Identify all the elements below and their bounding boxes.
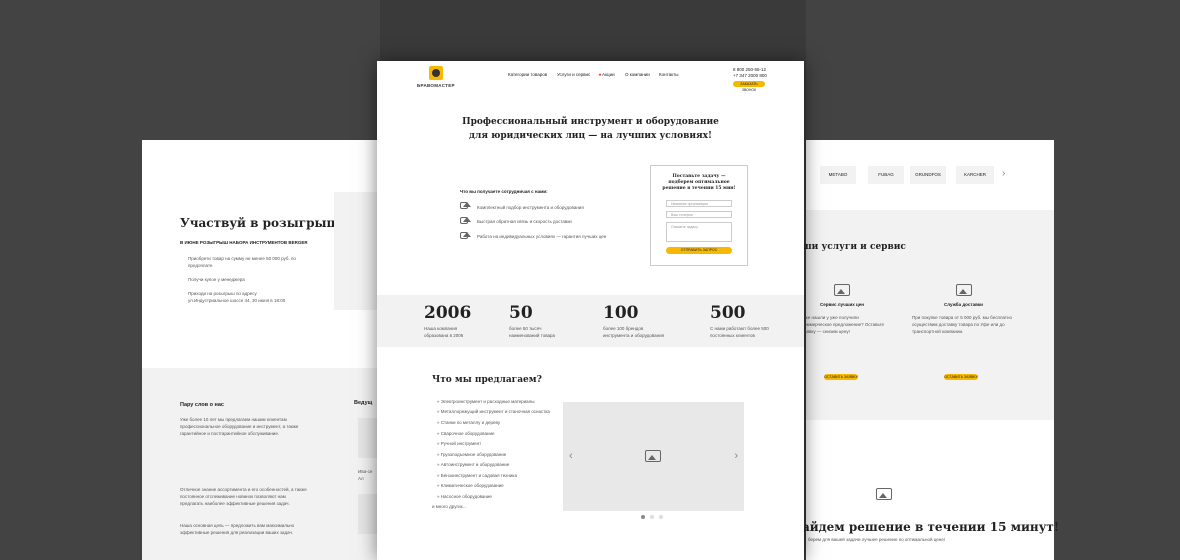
phone-number[interactable]: 8 800 250-55-12	[733, 67, 766, 72]
stat-text: С нами работают более 500 постоянных кли…	[710, 326, 769, 338]
offer-more[interactable]: и много других...	[432, 503, 467, 510]
leading-caption: Ива-се Ал	[358, 469, 373, 481]
service-request-button[interactable]: ОСТАВИТЬ ЗАЯВКУ	[944, 374, 978, 380]
slider-dot[interactable]	[650, 515, 654, 519]
image-icon	[876, 488, 892, 500]
offer-item[interactable]: » Электроинструмент и расходные материал…	[437, 398, 535, 405]
bg-shot-right	[1054, 140, 1180, 560]
offer-item[interactable]: » Металлорежущий инструмент и станочная …	[437, 408, 550, 415]
services-title: ши услуги и сервис	[802, 242, 906, 252]
about-text-3: Наша основная цель — предложить вам макс…	[180, 523, 295, 535]
offer-item[interactable]: » Автоинструмент и оборудование	[437, 461, 509, 468]
bottom-title: айдем решение в течении 15 минут!	[802, 520, 1060, 534]
offer-item[interactable]: » Станки по металлу и дереву	[437, 419, 500, 426]
brand-logo[interactable]: METABO	[820, 166, 856, 184]
benefit-item: Работа на индивидуальных условиях — гара…	[477, 234, 607, 239]
stats-section: 2006 Наша компания образована в 2006 50 …	[377, 295, 804, 347]
stat-text: Наша компания образована в 2006	[424, 326, 464, 338]
main-landing-page: БРАВОМАСТЕР Категории товаров Услуги и с…	[377, 61, 804, 560]
contest-step: Приобрети товар на сумму не менее 50 000…	[188, 256, 296, 268]
phone-input[interactable]: Ваш телефон	[666, 211, 732, 218]
stat-text: более 100 брендов инструмента и оборудов…	[603, 326, 665, 338]
send-request-button[interactable]: ОТПРАВИТЬ ЗАПРОС	[666, 247, 732, 254]
brand-logo[interactable]: KARCHER	[956, 166, 994, 184]
image-icon	[460, 217, 471, 224]
request-form: Поставьте задачу — подберем оптимальное …	[650, 165, 748, 266]
nav-item-about[interactable]: О компании	[625, 72, 650, 77]
offer-item[interactable]: » Климатическое оборудование	[437, 482, 504, 489]
slider-dot[interactable]	[659, 515, 663, 519]
left-page-panel: Участвуй в розыгрыше! В ИЮНЕ РОЗЫГРЫШ НА…	[142, 140, 378, 560]
brand-logo[interactable]: GRUNDFOS	[910, 166, 946, 184]
bottom-subtitle: берем для вашей задачи лучшее решение по…	[808, 537, 945, 542]
nav-item-categories[interactable]: Категории товаров	[508, 72, 547, 77]
leading-title: Ведущ	[354, 400, 373, 406]
about-section: Пару слов о нас Уже более 10 лет мы пред…	[142, 368, 378, 560]
owl-logo-icon	[429, 66, 443, 80]
service-title: Служба доставки	[944, 302, 983, 307]
image-icon	[956, 284, 972, 296]
offer-slider[interactable]: ‹ ›	[563, 402, 744, 511]
image-icon	[460, 232, 471, 239]
offer-item[interactable]: » Бензоинструмент и садовая техника	[437, 472, 517, 479]
image-icon	[645, 450, 661, 462]
service-title: Сервис лучших цен	[820, 302, 864, 307]
offer-item[interactable]: » Насосное оборудование	[437, 493, 492, 500]
about-text-2: Отличное знание ассортимента и его особе…	[180, 487, 307, 506]
benefit-item: Комплектный подбор инструмента и оборудо…	[477, 205, 584, 210]
services-section: ши услуги и сервис Сервис лучших цен Слу…	[802, 210, 1054, 420]
form-title: Поставьте задачу — подберем оптимальное …	[662, 174, 736, 191]
service-text: Уже нашли у уже получили коммерческое пр…	[802, 315, 885, 334]
bg-shot-left	[0, 140, 142, 560]
bg-shot-topright	[806, 0, 1180, 140]
about-text: Уже более 10 лет мы предлагаем нашим кли…	[180, 417, 299, 436]
contest-subtitle: В ИЮНЕ РОЗЫГРЫШ НАБОРА ИНСТРУМЕНТОВ BERG…	[180, 240, 308, 245]
org-name-input[interactable]: Название организации	[666, 200, 732, 207]
phone-number[interactable]: +7 347 2000 800	[733, 73, 767, 78]
contest-image	[334, 192, 378, 310]
offer-item[interactable]: » Ручной инструмент	[437, 440, 481, 447]
task-textarea[interactable]: Опишите задачу	[666, 222, 732, 242]
leading-image	[358, 418, 378, 458]
brand-logo[interactable]: FUBAG	[868, 166, 904, 184]
nav-item-promotions[interactable]: ★Акции	[598, 72, 615, 78]
brand-name[interactable]: БРАВОМАСТЕР	[417, 83, 455, 88]
service-request-button[interactable]: ОСТАВИТЬ ЗАЯВКУ	[824, 374, 858, 380]
contest-step: Приходи на розыгрыш по адресу ул.Индустр…	[188, 291, 286, 303]
stat-number: 50	[509, 303, 533, 323]
stat-number: 100	[603, 303, 639, 323]
slider-dot[interactable]	[641, 515, 645, 519]
service-text: При покупке товара от 5 000 руб. мы бесп…	[912, 315, 1012, 334]
chevron-right-icon[interactable]: ›	[734, 450, 738, 462]
benefits-title: Что вы получаете сотрудничая с нами:	[460, 189, 548, 194]
leading-image-2	[358, 494, 378, 534]
offer-item[interactable]: » Грузоподъемное оборудование	[437, 451, 506, 458]
contest-step: Получи купон у менеджера	[188, 277, 245, 282]
nav-item-services[interactable]: Услуги и сервис	[557, 72, 590, 77]
stat-number: 2006	[424, 303, 472, 323]
chevron-left-icon[interactable]: ‹	[569, 450, 573, 462]
benefit-item: Быстрая обратная связь и скорость достав…	[477, 219, 572, 224]
stat-number: 500	[710, 303, 746, 323]
nav-item-contacts[interactable]: Контакты	[659, 72, 678, 77]
right-page-panel: METABO FUBAG GRUNDFOS KARCHER › ши услуг…	[802, 140, 1059, 560]
about-title: Пару слов о нас	[180, 402, 224, 408]
bg-shot-topleft	[0, 0, 380, 140]
image-icon	[834, 284, 850, 296]
offer-item[interactable]: » Сварочное оборудование	[437, 430, 494, 437]
chevron-right-icon[interactable]: ›	[1002, 168, 1005, 179]
contest-title: Участвуй в розыгрыше!	[180, 216, 353, 230]
hero-title: Профессиональный инструмент и оборудован…	[462, 117, 719, 127]
image-icon	[460, 202, 471, 209]
offer-title: Что мы предлагаем?	[432, 375, 542, 385]
hero-title-2: для юридических лиц — на лучших условиях…	[469, 131, 712, 141]
stat-text: более 50 тысяч наименований товара	[509, 326, 556, 338]
callback-button[interactable]: ЗАКАЗАТЬ ЗВОНОК	[733, 81, 765, 92]
